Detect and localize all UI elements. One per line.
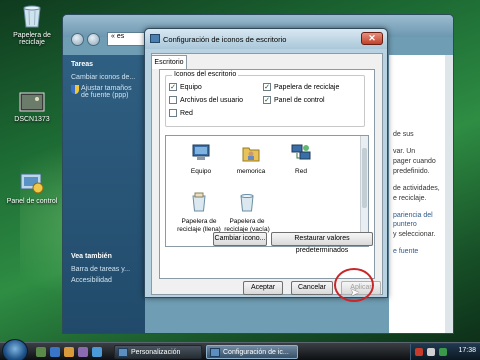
checkbox-label: Panel de control (274, 96, 325, 104)
list-item-user-folder[interactable]: memorica (228, 144, 274, 176)
content-text (393, 204, 451, 210)
task-desktop-icon-settings[interactable]: Configuración de ic... (206, 345, 298, 359)
checkbox-box[interactable] (169, 109, 177, 117)
control-panel-icon (2, 172, 62, 196)
content-text (393, 140, 451, 146)
close-icon: ✕ (368, 33, 376, 43)
list-item-label: memorica (236, 168, 266, 175)
tab-desktop[interactable]: Escritorio (151, 55, 187, 69)
checkbox-equipo[interactable]: ✓ Equipo (169, 83, 202, 91)
desktop-icon-photo[interactable]: DSCN1373 (2, 92, 62, 123)
computer-icon (178, 144, 224, 165)
desktop-icon-settings-dialog: Configuración de iconos de escritorio ✕ … (144, 28, 388, 298)
task-link[interactable]: Cambiar iconos de... (71, 74, 137, 81)
desktop-icon-label: Panel de control (6, 198, 58, 205)
scrollbar-thumb[interactable] (362, 148, 367, 208)
close-button[interactable]: ✕ (361, 32, 383, 45)
scrollbar[interactable] (445, 55, 453, 333)
desktop-icon-recycle-bin[interactable]: Papelera de reciclaje (2, 4, 62, 46)
shield-icon (71, 85, 79, 94)
list-item-recycle-bin-empty[interactable]: Papelera de reciclaje (vacía) (224, 192, 270, 234)
messenger-icon[interactable] (92, 347, 102, 357)
content-text: pager cuando (393, 158, 436, 165)
list-item-label: Equipo (190, 168, 212, 175)
personalization-icon (118, 348, 128, 357)
list-item-label: Red (295, 168, 307, 175)
content-link[interactable]: pariencia del puntero (393, 211, 451, 229)
content-text (393, 177, 451, 183)
desktop-icon-label: DSCN1373 (14, 116, 50, 123)
show-desktop-icon[interactable] (36, 347, 46, 357)
user-folder-icon (228, 144, 274, 165)
mouse-pointer-icon: ➤ (350, 287, 360, 299)
task-label: Personalización (131, 349, 181, 356)
change-icon-button[interactable]: Cambiar icono... (213, 232, 267, 246)
back-button[interactable] (71, 33, 84, 46)
group-title: Iconos del escritorio (172, 71, 239, 78)
checkbox-recycle-bin[interactable]: ✓ Papelera de reciclaje (263, 83, 339, 91)
list-item-network[interactable]: Red (278, 144, 324, 176)
notification-area: 17:38 (410, 344, 480, 360)
dialog-titlebar: Configuración de iconos de escritorio ✕ (145, 29, 387, 49)
address-bar[interactable]: « es (107, 32, 147, 46)
task-link[interactable]: Ajustar tamaños de fuente (ppp) (71, 85, 137, 99)
content-lines: de sus var. Un pager cuando predefinido. de … (393, 130, 451, 256)
checkbox-box[interactable]: ✓ (169, 83, 177, 91)
checkbox-label: Red (180, 109, 193, 117)
photo-icon (2, 92, 62, 114)
recycle-bin-icon (2, 4, 62, 30)
checkbox-box[interactable]: ✓ (263, 83, 271, 91)
media-player-icon[interactable] (64, 347, 74, 357)
tasks-pane: Tareas Cambiar iconos de... Ajustar tama… (63, 55, 145, 333)
content-text (393, 240, 451, 246)
content-link[interactable]: e fuente (393, 247, 451, 256)
checkbox-control-panel[interactable]: ✓ Panel de control (263, 96, 325, 104)
list-scrollbar[interactable] (360, 136, 368, 246)
checkbox-label: Papelera de reciclaje (274, 83, 340, 91)
checkbox-box[interactable] (169, 96, 177, 104)
task-label: Configuración de ic... (223, 349, 289, 356)
content-text: var. Un (393, 148, 416, 155)
content-text: de sus (393, 131, 414, 138)
checkbox-network[interactable]: Red (169, 109, 193, 117)
content-text: y seleccionar. (393, 231, 436, 238)
recycle-bin-empty-icon (224, 192, 270, 215)
list-item-recycle-bin-full[interactable]: Papelera de reciclaje (llena) (176, 192, 222, 234)
content-text: de actividades, (393, 185, 440, 192)
clock[interactable]: 17:38 (458, 347, 476, 354)
desktop-icon-control-panel[interactable]: Panel de control (2, 172, 62, 205)
internet-explorer-icon[interactable] (50, 347, 60, 357)
monitor-icon (150, 34, 160, 43)
start-button[interactable] (2, 339, 28, 360)
content-text: e reciclaje. (393, 195, 427, 202)
network-tray-icon[interactable] (439, 348, 447, 356)
forward-button[interactable] (87, 33, 100, 46)
list-item-computer[interactable]: Equipo (178, 144, 224, 176)
tasks-heading: Tareas (71, 61, 94, 68)
checkbox-user-files[interactable]: Archivos del usuario (169, 96, 243, 104)
volume-icon[interactable] (427, 348, 435, 356)
monitor-icon (210, 348, 220, 357)
task-personalization[interactable]: Personalización (114, 345, 202, 359)
see-also-heading: Vea también (71, 253, 112, 260)
icon-list[interactable]: Equipo memorica Red Papelera de reciclaj… (165, 135, 369, 247)
checkbox-label: Archivos del usuario (180, 96, 244, 104)
checkbox-label: Equipo (180, 83, 202, 91)
recycle-bin-full-icon (176, 192, 222, 215)
content-text: predefinido. (393, 168, 430, 175)
restore-defaults-button[interactable]: Restaurar valores predeterminados (271, 232, 373, 254)
cancel-button[interactable]: Cancelar (291, 281, 333, 295)
switch-windows-icon[interactable] (78, 347, 88, 357)
dialog-title: Configuración de iconos de escritorio (163, 35, 287, 44)
desktop-icon-label: Papelera de reciclaje (13, 32, 51, 46)
language-icon[interactable] (415, 348, 423, 356)
network-icon (278, 144, 324, 165)
checkbox-box[interactable]: ✓ (263, 96, 271, 104)
address-text: « es (111, 33, 125, 40)
taskbar: Personalización Configuración de ic... 1… (0, 339, 480, 360)
task-link-label: Ajustar tamaños de fuente (ppp) (81, 85, 132, 99)
ok-button[interactable]: Aceptar (243, 281, 283, 295)
see-also-link[interactable]: Accesibilidad (71, 277, 137, 284)
see-also-link[interactable]: Barra de tareas y... (71, 266, 137, 273)
